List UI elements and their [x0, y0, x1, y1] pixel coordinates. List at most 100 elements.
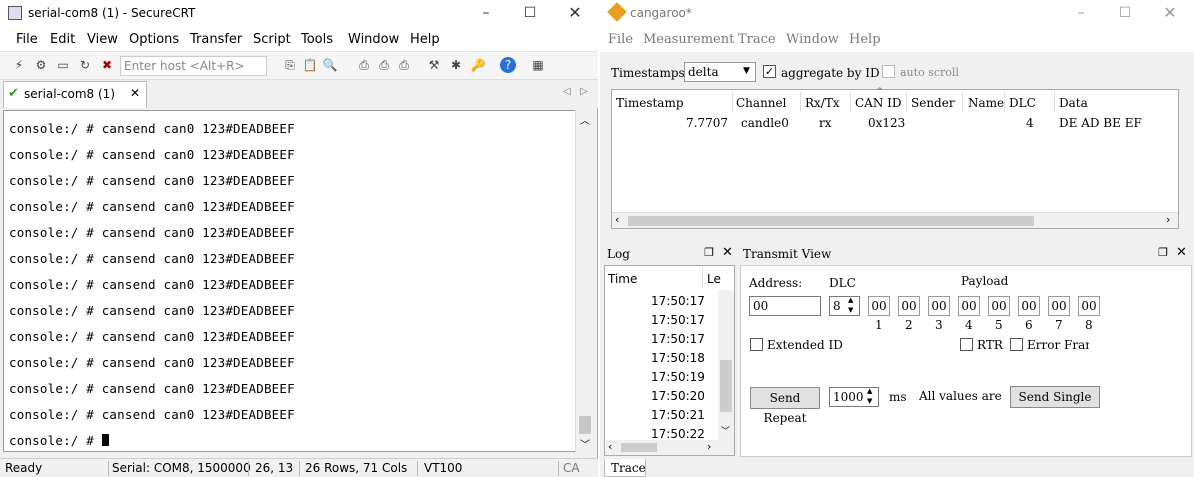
col-rxtx[interactable]: Rx/Tx — [805, 96, 840, 110]
sftp-icon[interactable]: ▦ — [530, 57, 546, 73]
maximize-button[interactable]: ☐ — [1103, 0, 1147, 28]
scroll-thumb[interactable] — [720, 360, 732, 412]
global-options-icon[interactable]: ✱ — [448, 57, 464, 73]
print-icon-2[interactable]: ⎙ — [396, 57, 412, 73]
tab-trace[interactable]: Trace — [604, 459, 646, 477]
spin-down-icon[interactable]: ▼ — [848, 306, 853, 314]
scroll-left-icon[interactable]: ‹ — [608, 440, 612, 453]
payload-byte[interactable]: 00 — [958, 296, 980, 316]
dock-close-icon[interactable]: ✕ — [722, 245, 733, 260]
log-vscrollbar[interactable]: ﹀ — [718, 290, 734, 440]
menu-measurement[interactable]: Measurement — [643, 32, 734, 47]
aggregate-checkbox[interactable]: ✓ — [763, 65, 776, 78]
scroll-left-icon[interactable]: ‹ — [615, 213, 619, 226]
dock-close-icon[interactable]: ✕ — [1176, 245, 1187, 260]
tab-serial-com8[interactable]: ✔ serial-com8 (1) ✕ — [3, 81, 147, 108]
spin-up-icon[interactable]: ▲ — [848, 296, 853, 304]
menu-help[interactable]: Help — [410, 32, 440, 47]
trace-table[interactable]: Timestamp Channel Rx/Tx CAN ID ^ Sender … — [611, 87, 1179, 229]
scroll-down-icon[interactable]: ﹀ — [721, 424, 730, 437]
scroll-right-icon[interactable]: › — [707, 440, 711, 453]
float-icon[interactable]: ❐ — [704, 246, 714, 259]
col-sender[interactable]: Sender — [911, 96, 955, 110]
payload-byte[interactable]: 00 — [1078, 296, 1100, 316]
dlc-spinbox[interactable]: 8 ▲ ▼ — [829, 296, 860, 316]
close-button[interactable]: ✕ — [553, 0, 597, 28]
menu-transfer[interactable]: Transfer — [190, 32, 242, 47]
log-time: 17:50:18 — [651, 351, 705, 365]
spin-down-icon[interactable]: ▼ — [867, 397, 872, 405]
session-options-icon[interactable]: ⚒ — [426, 57, 442, 73]
col-name[interactable]: Name — [968, 96, 1004, 110]
send-repeat-button[interactable]: Send Repeat — [750, 387, 820, 425]
payload-byte[interactable]: 00 — [1018, 296, 1040, 316]
menu-script[interactable]: Script — [253, 32, 291, 47]
help-icon[interactable]: ? — [500, 57, 516, 73]
tab-close-icon[interactable]: ✕ — [130, 86, 140, 100]
log-col-level[interactable]: Le — [707, 272, 721, 286]
maximize-button[interactable]: ☐ — [508, 0, 552, 28]
minimize-button[interactable]: – — [1059, 0, 1103, 28]
tab-scroll-left-icon[interactable]: ◁ — [563, 86, 571, 97]
terminal-line: console:/ # cansend can0 123#DEADBEEF — [9, 173, 295, 188]
menu-tools[interactable]: Tools — [301, 32, 333, 47]
menu-help[interactable]: Help — [849, 32, 881, 47]
extended-id-checkbox[interactable] — [750, 338, 763, 351]
print-icon[interactable]: ⎙ — [356, 57, 372, 73]
menu-view[interactable]: View — [87, 32, 118, 47]
menu-edit[interactable]: Edit — [50, 32, 75, 47]
send-single-button[interactable]: Send Single — [1010, 386, 1100, 408]
minimize-button[interactable]: – — [464, 0, 508, 28]
col-channel[interactable]: Channel — [736, 96, 786, 110]
terminal-scrollbar[interactable]: ︿ ﹀ — [575, 110, 594, 452]
reconnect-icon[interactable]: ↻ — [77, 57, 93, 73]
scroll-down-icon[interactable]: ﹀ — [580, 436, 590, 451]
menu-window[interactable]: Window — [348, 32, 399, 47]
col-timestamp[interactable]: Timestamp — [616, 96, 684, 110]
float-icon[interactable]: ❐ — [1158, 246, 1168, 259]
copy-icon[interactable]: ⎘ — [282, 57, 298, 73]
address-input[interactable]: 00 — [749, 296, 821, 316]
trace-hscrollbar[interactable]: ‹ › — [612, 212, 1178, 228]
log-col-time[interactable]: Time — [608, 272, 637, 286]
print-setup-icon[interactable]: ⎙ — [376, 57, 392, 73]
connect-tab-icon[interactable]: ▭ — [55, 57, 71, 73]
payload-byte[interactable]: 00 — [898, 296, 920, 316]
terminal[interactable]: console:/ # cansend can0 123#DEADBEEF co… — [3, 110, 594, 452]
autoscroll-checkbox[interactable] — [882, 65, 895, 78]
host-input[interactable]: Enter host <Alt+R> — [120, 56, 267, 76]
scroll-thumb[interactable] — [579, 416, 591, 434]
payload-byte[interactable]: 00 — [1048, 296, 1070, 316]
tab-scroll-right-icon[interactable]: ▷ — [580, 86, 588, 97]
timestamps-select[interactable]: delta ▼ — [684, 62, 756, 82]
spin-up-icon[interactable]: ▲ — [867, 387, 872, 395]
quick-connect-icon[interactable]: ⚙ — [33, 57, 49, 73]
payload-byte[interactable]: 00 — [988, 296, 1010, 316]
repeat-interval-spinbox[interactable]: 1000 ▲ ▼ — [829, 387, 879, 407]
col-can-id[interactable]: CAN ID — [855, 96, 902, 110]
menu-file[interactable]: File — [608, 32, 633, 47]
disconnect-icon[interactable]: ✖ — [99, 57, 115, 73]
scroll-right-icon[interactable]: › — [1166, 213, 1170, 226]
menu-file[interactable]: File — [16, 32, 38, 47]
connect-icon[interactable]: ⚡ — [11, 57, 27, 73]
col-dlc[interactable]: DLC — [1009, 96, 1036, 110]
scroll-up-icon[interactable]: ︿ — [580, 112, 590, 127]
scroll-thumb[interactable] — [621, 443, 657, 452]
rtr-checkbox[interactable] — [960, 338, 973, 351]
menu-window[interactable]: Window — [786, 32, 839, 47]
log-hscrollbar[interactable]: ‹ › — [605, 440, 734, 455]
log-table[interactable]: Time Le 17:50:17 17:50:17 17:50:17 17:50… — [604, 265, 735, 456]
keymap-icon[interactable]: 🔑 — [470, 57, 486, 73]
menu-trace[interactable]: Trace — [738, 32, 776, 47]
close-button[interactable]: ✕ — [1148, 0, 1192, 28]
error-frame-checkbox[interactable] — [1010, 338, 1023, 351]
scroll-thumb[interactable] — [628, 216, 1034, 226]
payload-byte[interactable]: 00 — [928, 296, 950, 316]
payload-byte[interactable]: 00 — [868, 296, 890, 316]
paste-icon[interactable]: 📋 — [302, 57, 318, 73]
menu-options[interactable]: Options — [129, 32, 179, 47]
col-data[interactable]: Data — [1059, 96, 1088, 110]
cell-channel: candle0 — [741, 116, 789, 130]
find-icon[interactable]: 🔍 — [322, 57, 338, 73]
